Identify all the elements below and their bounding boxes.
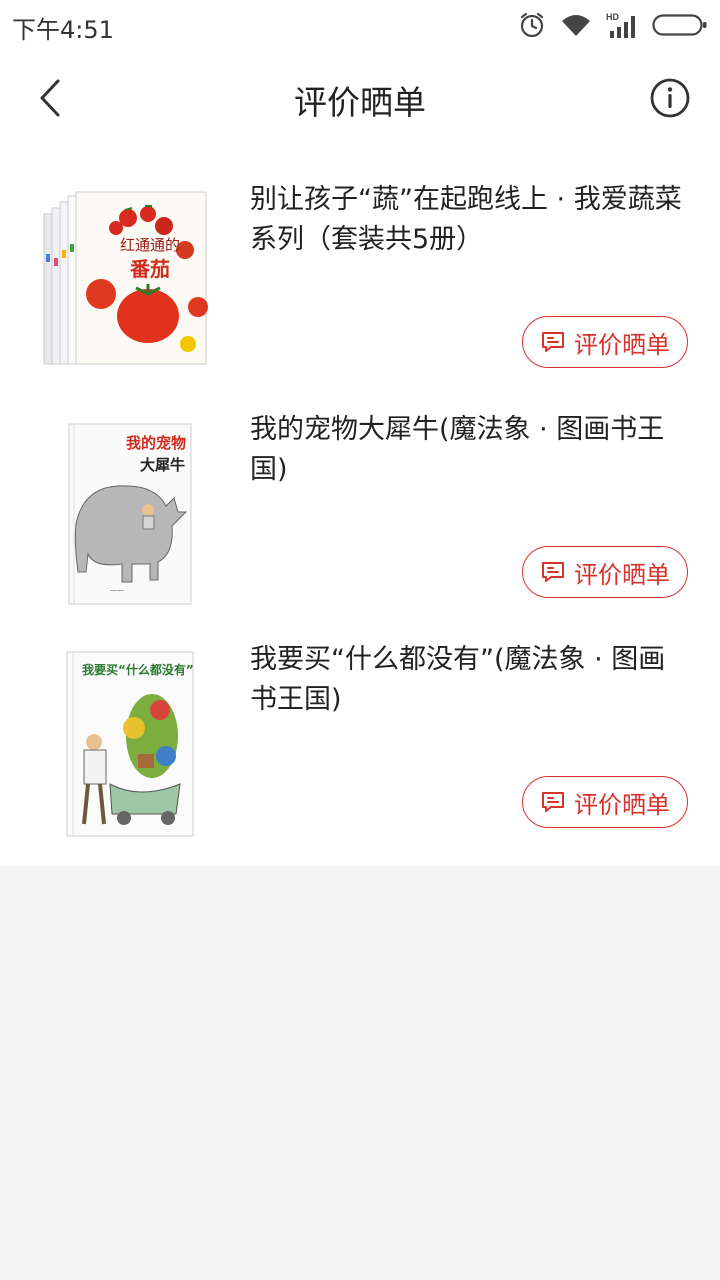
comment-icon xyxy=(542,792,564,812)
product-title[interactable]: 我要买“什么都没有”(魔法象 · 图画书王国) xyxy=(250,640,690,720)
comment-icon xyxy=(542,562,564,582)
info-button[interactable] xyxy=(644,72,696,124)
list-item: 红通通的 番茄 别让孩子“蔬”在起跑线上 · 我爱蔬菜系列（套装共5册） 评价晒… xyxy=(0,168,720,398)
status-icons: HD xyxy=(518,10,708,40)
svg-text:番茄: 番茄 xyxy=(129,257,170,281)
book-cover-image[interactable]: 我要买“什么都没有” xyxy=(40,644,212,840)
svg-text:大犀牛: 大犀牛 xyxy=(140,456,185,474)
page-title: 评价晒单 xyxy=(294,83,426,122)
battery-icon xyxy=(652,12,708,38)
alarm-icon xyxy=(518,11,546,39)
status-bar: 下午4:51 HD xyxy=(0,0,720,52)
wifi-icon xyxy=(560,12,592,38)
svg-text:我要买“什么都没有”: 我要买“什么都没有” xyxy=(82,662,194,677)
svg-text:我的宠物: 我的宠物 xyxy=(126,434,186,452)
hd-signal-icon: HD xyxy=(606,11,638,39)
list-item: 我的宠物 大犀牛 —— 我的宠物大犀牛(魔法象 · 图画书王国) 评价晒单 xyxy=(0,398,720,628)
review-button-label: 评价晒单 xyxy=(574,330,670,359)
product-list: 红通通的 番茄 别让孩子“蔬”在起跑线上 · 我爱蔬菜系列（套装共5册） 评价晒… xyxy=(0,168,720,858)
list-item: 我要买“什么都没有” 我要买“什么都没有”(魔法象 · 图画书王国) 评价晒单 xyxy=(0,628,720,858)
book-cover-image[interactable]: 我的宠物 大犀牛 —— xyxy=(40,414,212,610)
review-button-label: 评价晒单 xyxy=(574,790,670,819)
review-button[interactable]: 评价晒单 xyxy=(522,776,688,828)
nav-bar: 评价晒单 xyxy=(0,52,720,144)
svg-text:——: —— xyxy=(110,586,124,594)
review-button-label: 评价晒单 xyxy=(574,560,670,589)
review-button[interactable]: 评价晒单 xyxy=(522,546,688,598)
product-title[interactable]: 别让孩子“蔬”在起跑线上 · 我爱蔬菜系列（套装共5册） xyxy=(250,180,690,260)
svg-text:红通通的: 红通通的 xyxy=(120,236,180,254)
book-cover-image[interactable]: 红通通的 番茄 xyxy=(40,184,212,380)
info-icon xyxy=(650,78,690,118)
comment-icon xyxy=(542,332,564,352)
status-time: 下午4:51 xyxy=(12,16,114,44)
svg-text:HD: HD xyxy=(606,12,619,22)
review-button[interactable]: 评价晒单 xyxy=(522,316,688,368)
product-title[interactable]: 我的宠物大犀牛(魔法象 · 图画书王国) xyxy=(250,410,690,490)
